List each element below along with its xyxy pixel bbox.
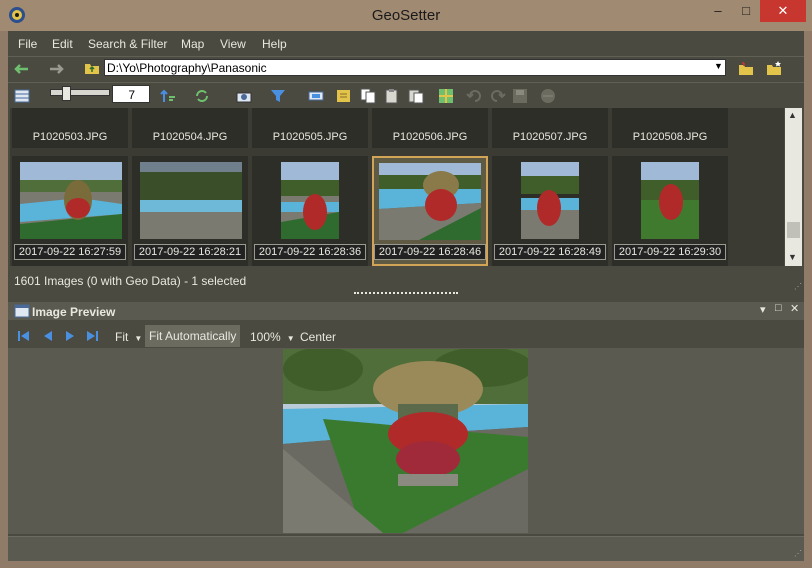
panel-maximize-button[interactable]: □ xyxy=(775,302,782,314)
resize-grip-icon[interactable]: ⋰ xyxy=(794,282,802,291)
image-count-status: 1601 Images (0 with Geo Data) - 1 select… xyxy=(14,274,247,288)
copy-icon[interactable] xyxy=(360,88,376,104)
thumbnail-date: 2017-09-22 16:29:30 xyxy=(614,244,726,260)
thumbnail-cell[interactable]: P1020503.JPG xyxy=(12,108,128,148)
menu-map[interactable]: Map xyxy=(181,37,204,51)
slideshow-icon[interactable] xyxy=(308,88,324,104)
scroll-up-arrow-icon[interactable]: ▲ xyxy=(788,110,797,120)
fit-label: Fit xyxy=(115,330,129,344)
slider-handle[interactable] xyxy=(62,86,71,101)
thumbnail-cell[interactable]: 2017-09-22 16:28:36 xyxy=(252,156,368,266)
center-button[interactable]: Center xyxy=(300,330,336,344)
thumbnail-date: 2017-09-22 16:28:46 xyxy=(374,244,486,260)
thumbnail-cell[interactable]: 2017-09-22 16:27:59 xyxy=(12,156,128,266)
thumbnail-cell[interactable]: P1020508.JPG xyxy=(612,108,728,148)
paste-special-icon[interactable] xyxy=(408,88,424,104)
thumbnail-size-spinner[interactable]: 7 xyxy=(112,85,150,103)
sort-icon[interactable] xyxy=(160,88,176,104)
thumbnail-date: 2017-09-22 16:28:21 xyxy=(134,244,246,260)
photo-thumbnail-flowers xyxy=(281,162,339,239)
menu-bar: File Edit Search & Filter Map View Help xyxy=(8,33,804,55)
folder-up-icon[interactable] xyxy=(84,60,100,76)
zoom-value: 100% xyxy=(250,330,281,344)
thumbnail-date: 2017-09-22 16:27:59 xyxy=(14,244,126,260)
thumbnail-cell[interactable]: 2017-09-22 16:28:21 xyxy=(132,156,248,266)
zoom-dropdown[interactable]: 100% ▼ xyxy=(250,330,295,344)
refresh-icon[interactable] xyxy=(194,88,210,104)
scroll-down-arrow-icon[interactable]: ▼ xyxy=(788,252,797,262)
splitter-grip[interactable] xyxy=(354,292,458,297)
photo-thumbnail-fountain xyxy=(20,162,122,239)
menu-edit[interactable]: Edit xyxy=(52,37,73,51)
fit-dropdown[interactable]: Fit ▼ xyxy=(115,330,142,344)
thumbnail-filename: P1020504.JPG xyxy=(152,131,228,143)
thumbnail-cell[interactable]: 2017-09-22 16:28:49 xyxy=(492,156,608,266)
edit-data-icon[interactable] xyxy=(336,88,352,104)
photo-thumbnail-selected xyxy=(379,163,481,240)
last-image-icon[interactable] xyxy=(86,330,98,342)
window-title: GeoSetter xyxy=(371,7,441,24)
photo-thumbnail-flowers xyxy=(521,162,579,239)
thumbnail-date: 2017-09-22 16:28:36 xyxy=(254,244,366,260)
thumbnail-grid: P1020503.JPG P1020504.JPG P1020505.JPG P… xyxy=(10,108,784,266)
folder-favorites-icon[interactable] xyxy=(738,60,754,76)
menu-search-filter[interactable]: Search & Filter xyxy=(88,37,167,51)
thumbnail-filename: P1020507.JPG xyxy=(512,131,588,143)
back-arrow-icon[interactable] xyxy=(14,61,30,77)
bottom-status-bar xyxy=(8,536,804,561)
menu-help[interactable]: Help xyxy=(262,37,287,51)
sync-globe-icon[interactable] xyxy=(540,88,556,104)
thumbnail-cell-selected[interactable]: 2017-09-22 16:28:46 xyxy=(372,156,488,266)
panel-menu-button[interactable]: ▾ xyxy=(760,303,766,316)
thumbnail-scrollbar[interactable] xyxy=(785,108,802,266)
panel-close-button[interactable]: ✕ xyxy=(790,302,799,315)
close-button[interactable]: ✕ xyxy=(760,0,806,22)
next-image-icon[interactable] xyxy=(64,330,76,342)
thumbnail-filename: P1020506.JPG xyxy=(392,131,468,143)
thumbnail-cell[interactable]: 2017-09-22 16:29:30 xyxy=(612,156,728,266)
save-icon[interactable] xyxy=(512,88,528,104)
view-grid-icon[interactable] xyxy=(14,88,30,104)
camera-icon[interactable] xyxy=(236,88,252,104)
image-preview-header xyxy=(8,302,804,320)
thumbnail-cell[interactable]: P1020506.JPG xyxy=(372,108,488,148)
resize-grip-icon[interactable]: ⋰ xyxy=(794,549,802,558)
fit-automatically-button[interactable]: Fit Automatically xyxy=(145,325,241,347)
thumbnail-date: 2017-09-22 16:28:49 xyxy=(494,244,606,260)
chevron-down-icon: ▼ xyxy=(286,334,295,343)
undo-icon[interactable] xyxy=(466,88,482,104)
image-preview-title: Image Preview xyxy=(32,305,116,319)
path-dropdown-arrow[interactable]: ▼ xyxy=(714,61,723,71)
preview-photo xyxy=(283,349,528,533)
map-icon[interactable] xyxy=(438,88,454,104)
folder-star-icon[interactable] xyxy=(766,60,782,76)
thumbnail-filename: P1020505.JPG xyxy=(272,131,348,143)
scrollbar-thumb[interactable] xyxy=(787,222,800,238)
thumbnail-cell[interactable]: P1020507.JPG xyxy=(492,108,608,148)
preview-window-icon xyxy=(14,304,30,318)
thumbnail-size-slider[interactable] xyxy=(50,89,110,96)
forward-arrow-icon[interactable] xyxy=(48,61,64,77)
filter-icon[interactable] xyxy=(270,88,286,104)
photo-thumbnail-pool xyxy=(140,162,242,239)
previous-image-icon[interactable] xyxy=(42,330,54,342)
photo-thumbnail-park xyxy=(641,162,699,239)
first-image-icon[interactable] xyxy=(18,330,30,342)
chevron-down-icon: ▼ xyxy=(134,334,143,343)
minimize-button[interactable]: – xyxy=(705,0,731,22)
maximize-button[interactable]: □ xyxy=(733,0,759,22)
thumbnail-cell[interactable]: P1020504.JPG xyxy=(132,108,248,148)
thumbnail-filename: P1020503.JPG xyxy=(32,131,108,143)
thumbnail-filename: P1020508.JPG xyxy=(632,131,708,143)
thumbnail-cell[interactable]: P1020505.JPG xyxy=(252,108,368,148)
path-input[interactable]: D:\Yo\Photography\Panasonic xyxy=(104,59,726,76)
menu-view[interactable]: View xyxy=(220,37,246,51)
redo-icon[interactable] xyxy=(490,88,506,104)
paste-icon[interactable] xyxy=(384,88,400,104)
menu-file[interactable]: File xyxy=(18,37,37,51)
